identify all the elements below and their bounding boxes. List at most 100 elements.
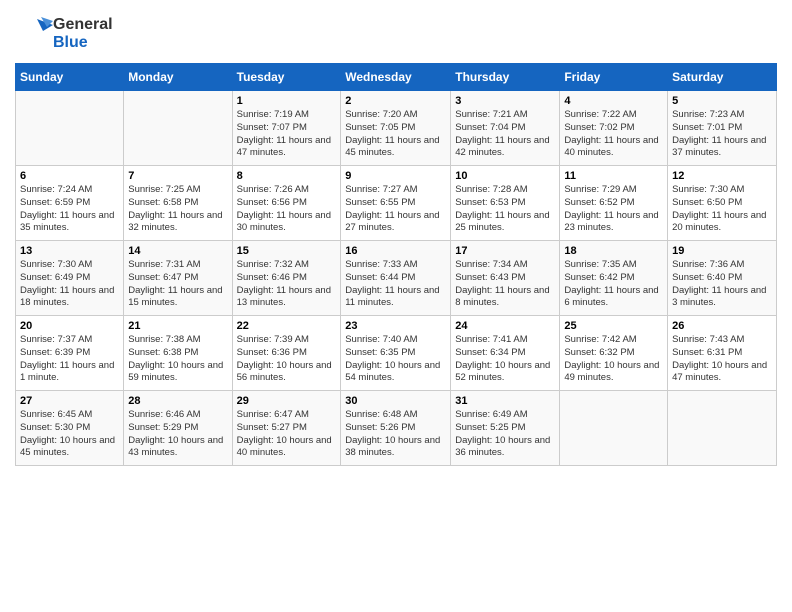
day-info: Sunrise: 7:43 AM Sunset: 6:31 PM Dayligh… bbox=[672, 334, 772, 385]
day-number: 2 bbox=[345, 95, 446, 107]
day-info: Sunrise: 7:38 AM Sunset: 6:38 PM Dayligh… bbox=[128, 334, 227, 385]
week-row-5: 27Sunrise: 6:45 AM Sunset: 5:30 PM Dayli… bbox=[16, 391, 777, 466]
calendar-cell: 12 Sunrise: 7:30 AM Sunset: 6:50 PM Dayli… bbox=[668, 166, 777, 241]
calendar-cell: 3 Sunrise: 7:21 AM Sunset: 7:04 PM Daylig… bbox=[451, 91, 560, 166]
day-number: 16 bbox=[345, 245, 446, 257]
day-info: Sunrise: 7:26 AM Sunset: 6:56 PM Dayligh… bbox=[237, 184, 337, 235]
day-info: Sunrise: 7:40 AM Sunset: 6:35 PM Dayligh… bbox=[345, 334, 446, 385]
calendar-cell: 31 Sunrise: 6:49 AM Sunset: 5:25 PM Dayli… bbox=[451, 391, 560, 466]
day-number: 10 bbox=[455, 170, 555, 182]
calendar-cell: 22 Sunrise: 7:39 AM Sunset: 6:36 PM Dayli… bbox=[232, 316, 341, 391]
day-info: Sunrise: 7:34 AM Sunset: 6:43 PM Dayligh… bbox=[455, 259, 555, 310]
day-info: Sunrise: 7:24 AM Sunset: 6:59 PM Dayligh… bbox=[20, 184, 119, 235]
calendar-cell: 4 Sunrise: 7:22 AM Sunset: 7:02 PM Daylig… bbox=[560, 91, 668, 166]
day-info: Sunrise: 7:25 AM Sunset: 6:58 PM Dayligh… bbox=[128, 184, 227, 235]
week-row-4: 20Sunrise: 7:37 AM Sunset: 6:39 PM Dayli… bbox=[16, 316, 777, 391]
calendar-cell: 20Sunrise: 7:37 AM Sunset: 6:39 PM Dayli… bbox=[16, 316, 124, 391]
day-info: Sunrise: 6:47 AM Sunset: 5:27 PM Dayligh… bbox=[237, 409, 337, 460]
calendar-cell: 30 Sunrise: 6:48 AM Sunset: 5:26 PM Dayli… bbox=[341, 391, 451, 466]
calendar-cell bbox=[668, 391, 777, 466]
week-row-1: 1Sunrise: 7:19 AM Sunset: 7:07 PM Daylig… bbox=[16, 91, 777, 166]
calendar-cell: 23 Sunrise: 7:40 AM Sunset: 6:35 PM Dayli… bbox=[341, 316, 451, 391]
logo-general: General bbox=[53, 16, 113, 34]
calendar-cell: 16 Sunrise: 7:33 AM Sunset: 6:44 PM Dayli… bbox=[341, 241, 451, 316]
calendar-cell: 13 Sunrise: 7:30 AM Sunset: 6:49 PM Dayli… bbox=[16, 241, 124, 316]
day-number: 3 bbox=[455, 95, 555, 107]
day-info: Sunrise: 7:20 AM Sunset: 7:05 PM Dayligh… bbox=[345, 109, 446, 160]
day-info: Sunrise: 6:49 AM Sunset: 5:25 PM Dayligh… bbox=[455, 409, 555, 460]
day-info: Sunrise: 7:22 AM Sunset: 7:02 PM Dayligh… bbox=[564, 109, 663, 160]
day-info: Sunrise: 7:21 AM Sunset: 7:04 PM Dayligh… bbox=[455, 109, 555, 160]
day-number: 5 bbox=[672, 95, 772, 107]
day-header-friday: Friday bbox=[560, 64, 668, 91]
calendar-cell: 5 Sunrise: 7:23 AM Sunset: 7:01 PM Daylig… bbox=[668, 91, 777, 166]
page-header: General Blue bbox=[15, 15, 777, 53]
day-number: 17 bbox=[455, 245, 555, 257]
day-info: Sunrise: 7:41 AM Sunset: 6:34 PM Dayligh… bbox=[455, 334, 555, 385]
day-info: Sunrise: 7:33 AM Sunset: 6:44 PM Dayligh… bbox=[345, 259, 446, 310]
day-number: 15 bbox=[237, 245, 337, 257]
day-info: Sunrise: 6:46 AM Sunset: 5:29 PM Dayligh… bbox=[128, 409, 227, 460]
day-number: 30 bbox=[345, 395, 446, 407]
calendar-cell: 21 Sunrise: 7:38 AM Sunset: 6:38 PM Dayli… bbox=[124, 316, 232, 391]
day-header-wednesday: Wednesday bbox=[341, 64, 451, 91]
day-number: 19 bbox=[672, 245, 772, 257]
day-info: Sunrise: 7:28 AM Sunset: 6:53 PM Dayligh… bbox=[455, 184, 555, 235]
calendar-cell: 25 Sunrise: 7:42 AM Sunset: 6:32 PM Dayli… bbox=[560, 316, 668, 391]
day-number: 14 bbox=[128, 245, 227, 257]
calendar-cell: 15 Sunrise: 7:32 AM Sunset: 6:46 PM Dayli… bbox=[232, 241, 341, 316]
day-info: Sunrise: 7:32 AM Sunset: 6:46 PM Dayligh… bbox=[237, 259, 337, 310]
calendar-cell bbox=[124, 91, 232, 166]
day-number: 25 bbox=[564, 320, 663, 332]
day-header-sunday: Sunday bbox=[16, 64, 124, 91]
calendar-cell: 6Sunrise: 7:24 AM Sunset: 6:59 PM Daylig… bbox=[16, 166, 124, 241]
day-number: 9 bbox=[345, 170, 446, 182]
calendar-cell: 26 Sunrise: 7:43 AM Sunset: 6:31 PM Dayli… bbox=[668, 316, 777, 391]
day-info: Sunrise: 6:48 AM Sunset: 5:26 PM Dayligh… bbox=[345, 409, 446, 460]
day-number: 24 bbox=[455, 320, 555, 332]
day-number: 11 bbox=[564, 170, 663, 182]
day-number: 31 bbox=[455, 395, 555, 407]
day-info: Sunrise: 7:31 AM Sunset: 6:47 PM Dayligh… bbox=[128, 259, 227, 310]
day-number: 27 bbox=[20, 395, 119, 407]
calendar-cell: 28 Sunrise: 6:46 AM Sunset: 5:29 PM Dayli… bbox=[124, 391, 232, 466]
calendar-cell: 18Sunrise: 7:35 AM Sunset: 6:42 PM Dayli… bbox=[560, 241, 668, 316]
day-number: 21 bbox=[128, 320, 227, 332]
calendar-table: SundayMondayTuesdayWednesdayThursdayFrid… bbox=[15, 63, 777, 466]
day-info: Sunrise: 7:23 AM Sunset: 7:01 PM Dayligh… bbox=[672, 109, 772, 160]
day-header-thursday: Thursday bbox=[451, 64, 560, 91]
day-number: 29 bbox=[237, 395, 337, 407]
calendar-cell: 24 Sunrise: 7:41 AM Sunset: 6:34 PM Dayli… bbox=[451, 316, 560, 391]
header-row: SundayMondayTuesdayWednesdayThursdayFrid… bbox=[16, 64, 777, 91]
day-number: 28 bbox=[128, 395, 227, 407]
day-info: Sunrise: 7:42 AM Sunset: 6:32 PM Dayligh… bbox=[564, 334, 663, 385]
calendar-cell: 29 Sunrise: 6:47 AM Sunset: 5:27 PM Dayli… bbox=[232, 391, 341, 466]
day-number: 13 bbox=[20, 245, 119, 257]
calendar-cell: 7 Sunrise: 7:25 AM Sunset: 6:58 PM Daylig… bbox=[124, 166, 232, 241]
day-number: 8 bbox=[237, 170, 337, 182]
calendar-cell bbox=[16, 91, 124, 166]
calendar-cell: 14 Sunrise: 7:31 AM Sunset: 6:47 PM Dayli… bbox=[124, 241, 232, 316]
day-number: 7 bbox=[128, 170, 227, 182]
logo-wordmark: General Blue bbox=[15, 15, 113, 53]
day-number: 22 bbox=[237, 320, 337, 332]
calendar-cell: 9Sunrise: 7:27 AM Sunset: 6:55 PM Daylig… bbox=[341, 166, 451, 241]
day-header-tuesday: Tuesday bbox=[232, 64, 341, 91]
day-info: Sunrise: 7:36 AM Sunset: 6:40 PM Dayligh… bbox=[672, 259, 772, 310]
day-info: Sunrise: 7:39 AM Sunset: 6:36 PM Dayligh… bbox=[237, 334, 337, 385]
day-number: 20 bbox=[20, 320, 119, 332]
day-number: 23 bbox=[345, 320, 446, 332]
day-number: 1 bbox=[237, 95, 337, 107]
day-number: 26 bbox=[672, 320, 772, 332]
calendar-cell: 1Sunrise: 7:19 AM Sunset: 7:07 PM Daylig… bbox=[232, 91, 341, 166]
day-info: Sunrise: 7:30 AM Sunset: 6:49 PM Dayligh… bbox=[20, 259, 119, 310]
day-info: Sunrise: 7:30 AM Sunset: 6:50 PM Dayligh… bbox=[672, 184, 772, 235]
day-number: 12 bbox=[672, 170, 772, 182]
day-header-monday: Monday bbox=[124, 64, 232, 91]
calendar-cell: 2 Sunrise: 7:20 AM Sunset: 7:05 PM Daylig… bbox=[341, 91, 451, 166]
week-row-2: 6Sunrise: 7:24 AM Sunset: 6:59 PM Daylig… bbox=[16, 166, 777, 241]
logo-blue: Blue bbox=[53, 34, 113, 52]
day-number: 4 bbox=[564, 95, 663, 107]
day-info: Sunrise: 7:35 AM Sunset: 6:42 PM Dayligh… bbox=[564, 259, 663, 310]
calendar-cell: 10 Sunrise: 7:28 AM Sunset: 6:53 PM Dayli… bbox=[451, 166, 560, 241]
